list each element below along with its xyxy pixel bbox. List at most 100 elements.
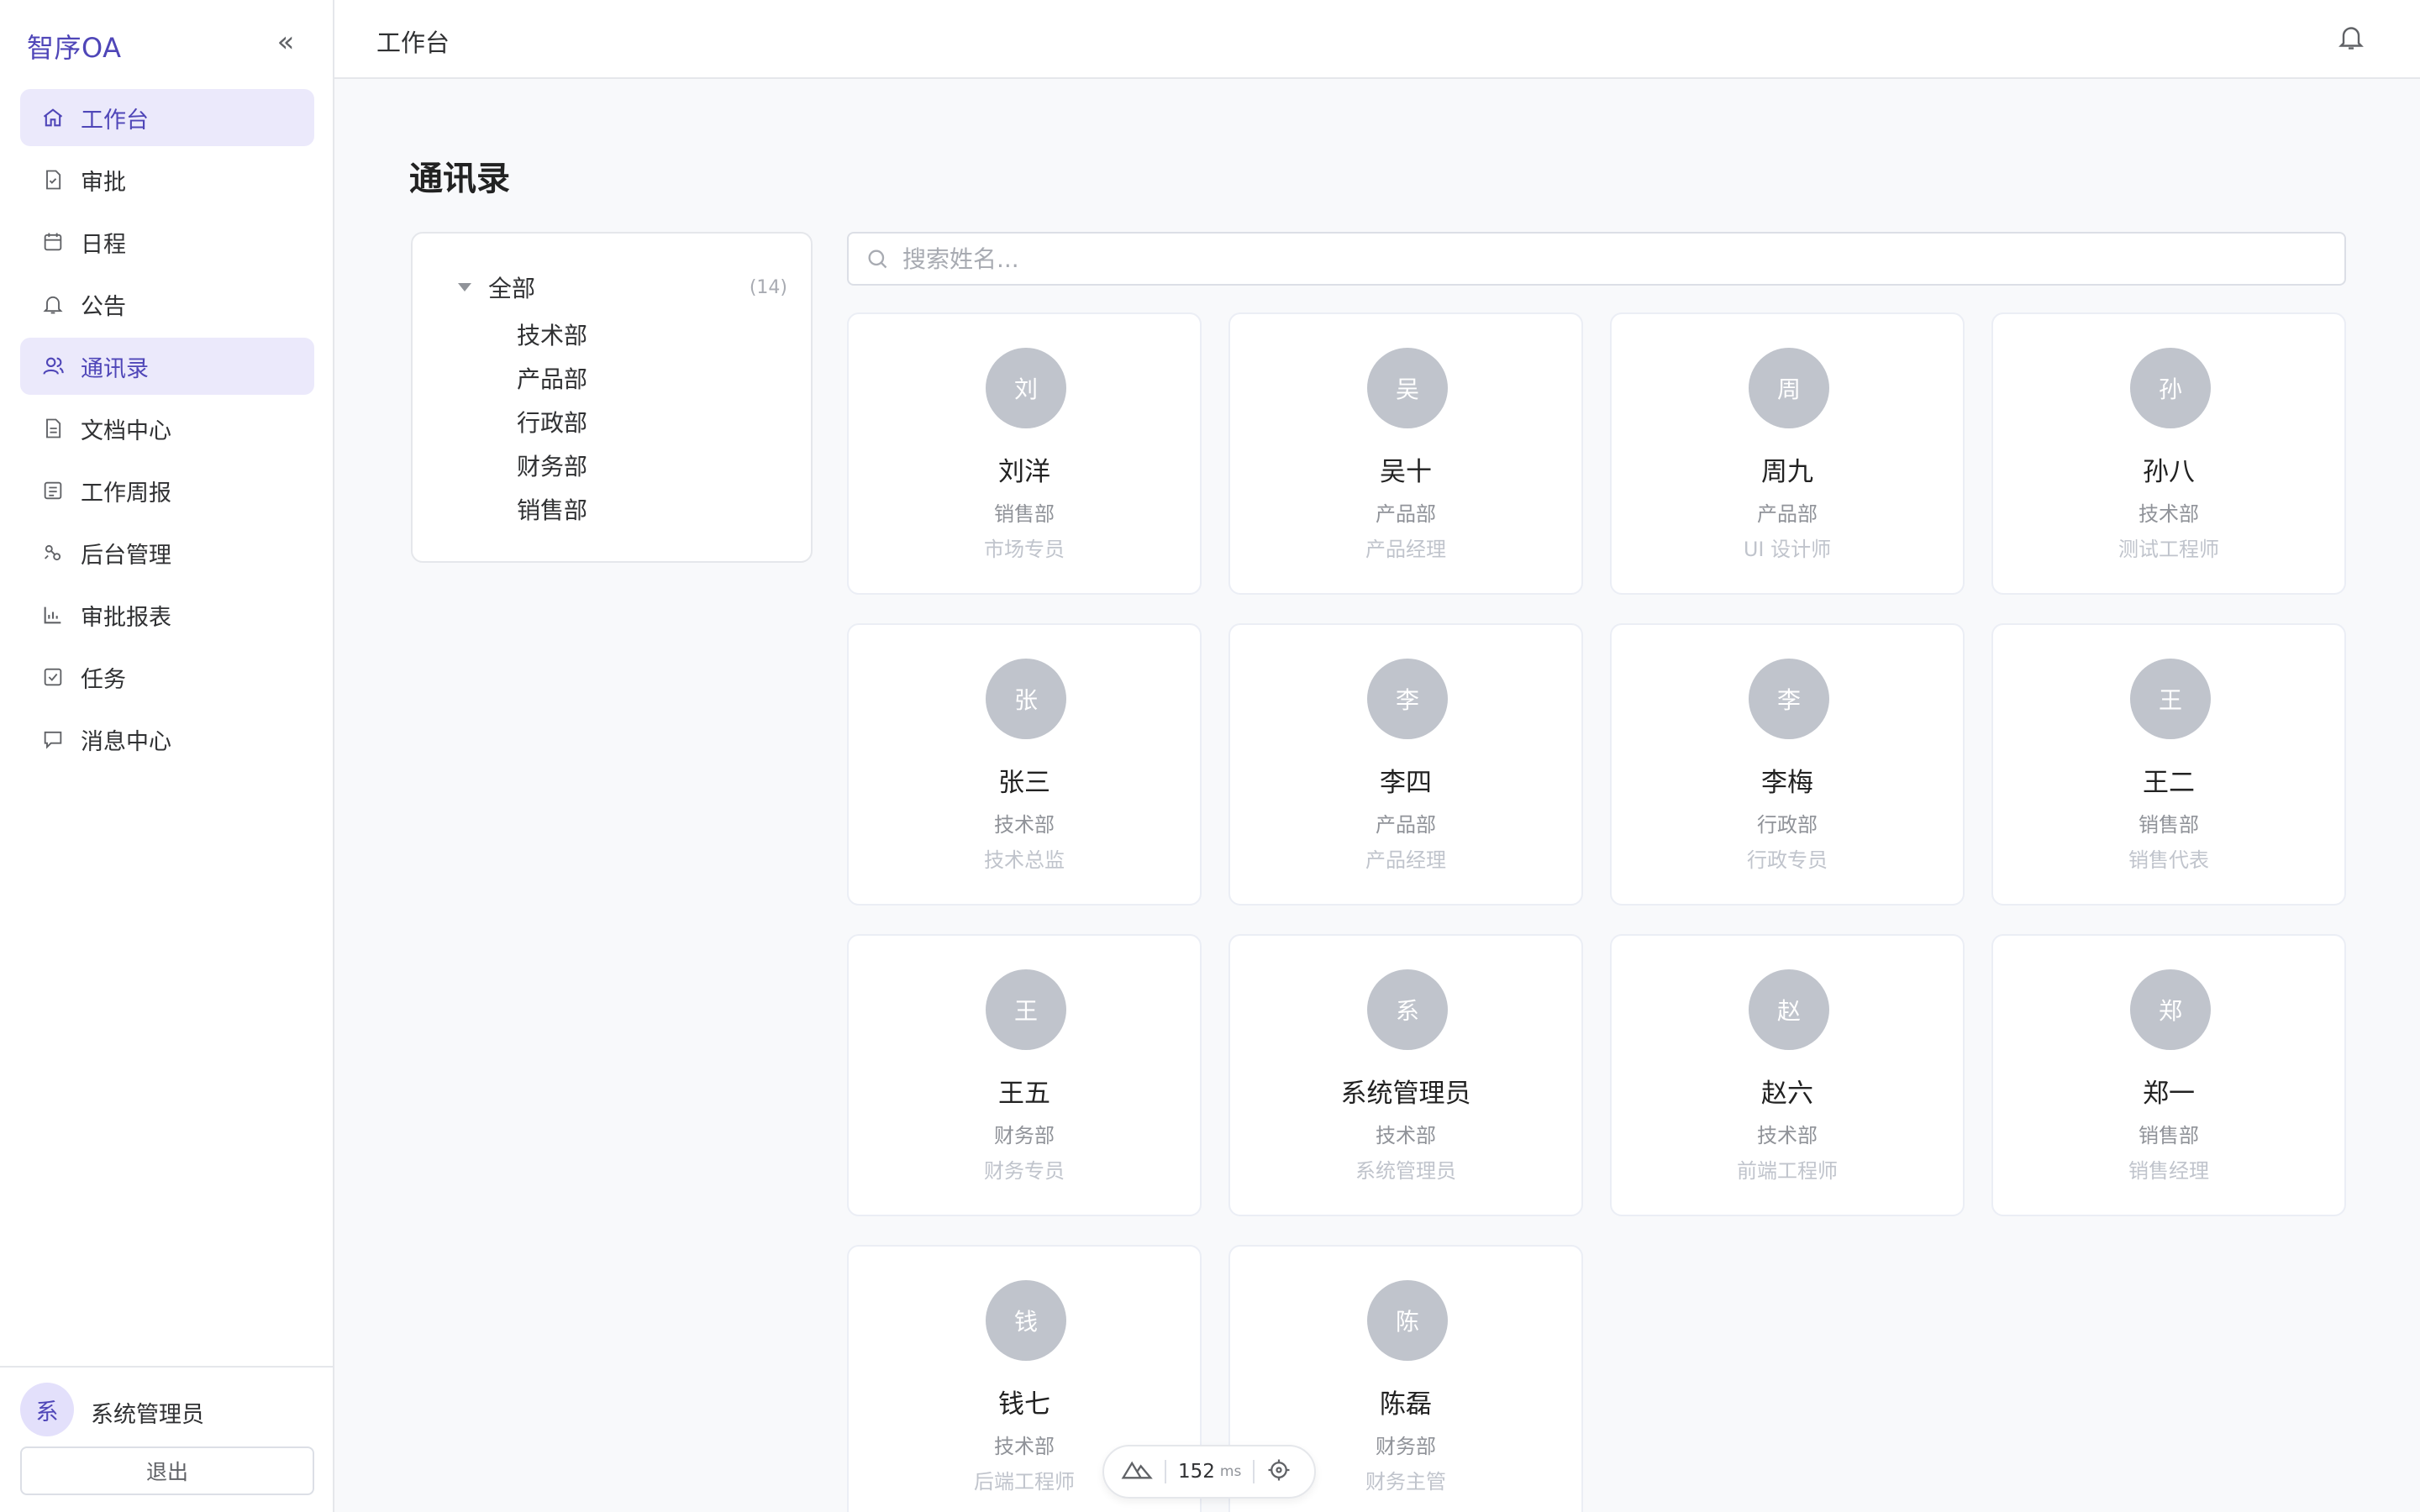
contact-role: 测试工程师	[2118, 538, 2219, 561]
contact-dept: 销售部	[2139, 813, 2199, 837]
contact-role: UI 设计师	[1743, 538, 1832, 561]
avatar: 钱	[986, 1280, 1066, 1361]
tree-node-dept[interactable]: 技术部	[517, 314, 587, 358]
tree-node-all[interactable]: 全部 (14)	[458, 270, 787, 304]
contact-role: 系统管理员	[1355, 1159, 1456, 1183]
sidebar-item-label: 文档中心	[81, 417, 171, 444]
avatar: 刘	[986, 348, 1066, 428]
contact-dept: 行政部	[1757, 813, 1818, 837]
contact-name: 吴十	[1380, 457, 1432, 487]
avatar: 赵	[1749, 969, 1829, 1050]
contact-name: 王五	[998, 1079, 1050, 1109]
sidebar-item-admin[interactable]: 后台管理	[20, 524, 314, 581]
contact-card[interactable]: 张 张三 技术部 技术总监	[847, 623, 1202, 906]
logout-button[interactable]: 退出	[20, 1446, 314, 1495]
perf-widget: 152 ms	[1102, 1445, 1316, 1499]
contact-role: 产品经理	[1365, 848, 1446, 872]
contact-name: 郑一	[2143, 1079, 2195, 1109]
sidebar-item-label: 工作台	[81, 107, 149, 134]
search-input[interactable]	[902, 244, 2314, 273]
avatar: 王	[2130, 659, 2211, 739]
contact-name: 李四	[1380, 768, 1432, 798]
contact-name: 孙八	[2143, 457, 2195, 487]
sidebar-item-weekly-report[interactable]: 工作周报	[20, 462, 314, 519]
sidebar-item-label: 公告	[81, 293, 126, 320]
contact-name: 刘洋	[998, 457, 1050, 487]
sidebar-item-label: 通讯录	[81, 355, 149, 382]
divider	[1253, 1460, 1255, 1483]
avatar: 郑	[2130, 969, 2211, 1050]
sidebar-item-announcement[interactable]: 公告	[20, 276, 314, 333]
contact-dept: 技术部	[1376, 1124, 1436, 1147]
avatar[interactable]: 系	[20, 1383, 74, 1436]
contact-role: 财务专员	[984, 1159, 1065, 1183]
sidebar-item-approval-report[interactable]: 审批报表	[20, 586, 314, 643]
contact-dept: 技术部	[994, 813, 1055, 837]
sidebar-item-label: 审批报表	[81, 604, 171, 631]
divider	[1165, 1460, 1166, 1483]
avatar: 王	[986, 969, 1066, 1050]
search-box	[847, 232, 2346, 286]
search-icon	[865, 246, 891, 271]
avatar: 系	[1367, 969, 1448, 1050]
breadcrumb: 工作台	[376, 29, 450, 57]
avatar: 吴	[1367, 348, 1448, 428]
contact-dept: 销售部	[2139, 1124, 2199, 1147]
bell-icon	[39, 290, 67, 318]
tree-node-dept[interactable]: 行政部	[517, 402, 587, 445]
caret-down-icon[interactable]	[458, 283, 471, 291]
avatar: 孙	[2130, 348, 2211, 428]
sidebar-item-schedule[interactable]: 日程	[20, 213, 314, 270]
contact-card[interactable]: 李 李梅 行政部 行政专员	[1610, 623, 1965, 906]
contact-role: 产品经理	[1365, 538, 1446, 561]
contact-role: 市场专员	[984, 538, 1065, 561]
contact-grid: 刘 刘洋 销售部 市场专员 吴 吴十 产品部 产品经理 周 周九 产品部 UI …	[847, 312, 2346, 1512]
contact-role: 行政专员	[1747, 848, 1828, 872]
department-tree: 全部 (14) 技术部 产品部 行政部 财务部 销售部	[411, 232, 813, 563]
contact-dept: 技术部	[1757, 1124, 1818, 1147]
sidebar-footer: 系 系统管理员 退出	[0, 1366, 333, 1512]
current-user-name: 系统管理员	[91, 1402, 204, 1428]
tree-node-dept[interactable]: 财务部	[517, 445, 587, 489]
nuxt-logo-icon[interactable]	[1121, 1458, 1153, 1485]
contact-card[interactable]: 周 周九 产品部 UI 设计师	[1610, 312, 1965, 595]
contact-name: 赵六	[1761, 1079, 1813, 1109]
notification-bell-icon[interactable]	[2336, 22, 2370, 55]
contact-card[interactable]: 郑 郑一 销售部 销售经理	[1991, 934, 2346, 1216]
brand-logo: 智序OA	[27, 32, 122, 64]
contact-role: 销售代表	[2128, 848, 2209, 872]
home-icon	[39, 103, 67, 132]
crosshair-icon[interactable]	[1266, 1457, 1292, 1486]
avatar: 李	[1749, 659, 1829, 739]
contact-name: 李梅	[1761, 768, 1813, 798]
sidebar-item-messages[interactable]: 消息中心	[20, 711, 314, 768]
contact-card[interactable]: 赵 赵六 技术部 前端工程师	[1610, 934, 1965, 1216]
contact-card[interactable]: 王 王五 财务部 财务专员	[847, 934, 1202, 1216]
contact-card[interactable]: 系 系统管理员 技术部 系统管理员	[1228, 934, 1583, 1216]
sidebar-item-workbench[interactable]: 工作台	[20, 89, 314, 146]
tree-node-dept[interactable]: 产品部	[517, 358, 587, 402]
contact-card[interactable]: 李 李四 产品部 产品经理	[1228, 623, 1583, 906]
collapse-sidebar-button[interactable]: «	[271, 25, 301, 62]
contact-name: 王二	[2143, 768, 2195, 798]
sidebar-item-label: 审批	[81, 169, 126, 196]
tree-node-dept[interactable]: 销售部	[517, 489, 587, 533]
contact-card[interactable]: 吴 吴十 产品部 产品经理	[1228, 312, 1583, 595]
contact-role: 技术总监	[984, 848, 1065, 872]
contact-card[interactable]: 王 王二 销售部 销售代表	[1991, 623, 2346, 906]
page-title: 通讯录	[409, 160, 510, 198]
contact-name: 周九	[1761, 457, 1813, 487]
contact-card[interactable]: 孙 孙八 技术部 测试工程师	[1991, 312, 2346, 595]
contact-card[interactable]: 刘 刘洋 销售部 市场专员	[847, 312, 1202, 595]
sidebar-item-tasks[interactable]: 任务	[20, 648, 314, 706]
avatar: 周	[1749, 348, 1829, 428]
sidebar-item-label: 工作周报	[81, 480, 171, 507]
admin-icon	[39, 538, 67, 567]
contact-dept: 销售部	[994, 502, 1055, 526]
sidebar-item-approval[interactable]: 审批	[20, 151, 314, 208]
contact-name: 钱七	[998, 1389, 1050, 1420]
sidebar: 智序OA « 工作台 审批 日程 公告 通讯录 文档中心 工作周报 后台管理 审…	[0, 0, 334, 1512]
sidebar-item-contacts[interactable]: 通讯录	[20, 338, 314, 395]
perf-unit: ms	[1219, 1463, 1242, 1480]
sidebar-item-documents[interactable]: 文档中心	[20, 400, 314, 457]
